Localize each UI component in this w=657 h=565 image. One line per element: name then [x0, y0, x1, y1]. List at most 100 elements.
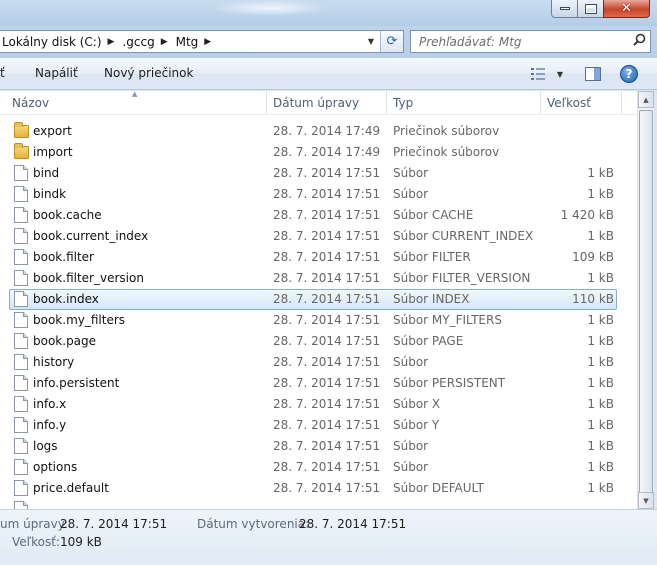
file-row[interactable]: book.filter_version 28. 7. 2014 17:51 Súbo…: [0, 268, 637, 289]
file-row[interactable]: [0, 499, 637, 509]
search-icon[interactable]: [628, 33, 650, 50]
chevron-down-icon: ▼: [643, 496, 649, 505]
file-date: 28. 7. 2014 17:51: [273, 439, 381, 453]
breadcrumb-label: Lokálny disk (C:): [2, 34, 102, 49]
command-bar: ť Napáliť Nový priečinok ▼: [0, 58, 657, 90]
maximize-icon: [584, 3, 597, 14]
column-divider[interactable]: [621, 91, 622, 115]
file-list: ▲ Názov Dátum úpravy Typ Veľkosť export 2…: [0, 91, 637, 509]
file-date: 28. 7. 2014 17:51: [273, 166, 381, 180]
file-date: 28. 7. 2014 17:51: [273, 460, 381, 474]
address-bar[interactable]: Lokálny disk (C:) ▶ .gccg ▶ Mtg ▶ ▼ ⟳: [0, 30, 404, 53]
minimize-button[interactable]: [551, 0, 578, 18]
column-divider[interactable]: [540, 91, 541, 115]
title-glow: [210, 0, 330, 16]
file-type: Súbor: [393, 187, 429, 201]
file-row[interactable]: book.my_filters 28. 7. 2014 17:51 Súbor MY…: [0, 310, 637, 331]
scrollbar-thumb[interactable]: [639, 110, 653, 500]
file-size: 1 kB: [587, 187, 614, 201]
file-size: 1 kB: [587, 460, 614, 474]
file-type: Súbor CURRENT_INDEX: [393, 229, 534, 243]
breadcrumb-label: .gccg: [122, 34, 155, 49]
created-label: Dátum vytvorenia:: [197, 517, 310, 531]
file-size: 1 kB: [587, 166, 614, 180]
column-header-name[interactable]: Názov: [12, 96, 49, 110]
scroll-down-button[interactable]: ▼: [638, 492, 654, 509]
chevron-right-icon[interactable]: ▶: [202, 37, 217, 47]
file-type: Súbor: [393, 355, 429, 369]
file-size: 109 kB: [572, 250, 614, 264]
file-row[interactable]: export 28. 7. 2014 17:49 Priečinok súborov: [0, 121, 637, 142]
file-name: info.x: [33, 397, 67, 411]
file-size: 1 kB: [587, 313, 614, 327]
file-name: book.cache: [33, 208, 102, 222]
file-name: book.page: [33, 334, 97, 348]
file-row[interactable]: info.y 28. 7. 2014 17:51 Súbor Y 1 kB: [0, 415, 637, 436]
file-row-selected[interactable]: book.index 28. 7. 2014 17:51 Súbor INDEX 11…: [0, 289, 637, 310]
file-size: 1 kB: [587, 418, 614, 432]
file-row[interactable]: info.persistent 28. 7. 2014 17:51 Súbor PE…: [0, 373, 637, 394]
file-icon: [14, 207, 28, 223]
file-type: Súbor FILTER: [393, 250, 471, 264]
file-icon: [14, 480, 28, 496]
view-dropdown-icon[interactable]: ▼: [554, 64, 566, 84]
file-row[interactable]: options 28. 7. 2014 17:51 Súbor 1 kB: [0, 457, 637, 478]
file-row[interactable]: history 28. 7. 2014 17:51 Súbor 1 kB: [0, 352, 637, 373]
file-date: 28. 7. 2014 17:51: [273, 418, 381, 432]
file-date: 28. 7. 2014 17:51: [273, 355, 381, 369]
preview-pane-icon[interactable]: [584, 64, 602, 84]
file-type: Súbor MY_FILTERS: [393, 313, 502, 327]
file-icon: [14, 459, 28, 475]
file-name: price.default: [33, 481, 109, 495]
close-button[interactable]: ✕: [603, 0, 650, 18]
file-row[interactable]: book.current_index 28. 7. 2014 17:51 Súbor…: [0, 226, 637, 247]
scroll-up-button[interactable]: ▲: [638, 91, 654, 108]
chevron-right-icon[interactable]: ▶: [106, 37, 121, 47]
burn-button[interactable]: Napáliť: [35, 66, 78, 80]
chevron-right-icon[interactable]: ▶: [159, 37, 174, 47]
breadcrumb-mtg[interactable]: Mtg ▶: [174, 31, 218, 52]
view-options-icon[interactable]: [530, 64, 548, 84]
file-type: Súbor X: [393, 397, 441, 411]
file-row[interactable]: import 28. 7. 2014 17:49 Priečinok súborov: [0, 142, 637, 163]
column-divider[interactable]: [266, 91, 267, 115]
file-icon: [14, 333, 28, 349]
maximize-button[interactable]: [577, 0, 604, 18]
column-header-date[interactable]: Dátum úpravy: [273, 96, 359, 110]
file-row[interactable]: logs 28. 7. 2014 17:51 Súbor 1 kB: [0, 436, 637, 457]
file-row[interactable]: info.x 28. 7. 2014 17:51 Súbor X 1 kB: [0, 394, 637, 415]
file-rows: export 28. 7. 2014 17:49 Priečinok súborov…: [0, 121, 637, 509]
search-input[interactable]: Prehľadávať: Mtg: [411, 35, 628, 49]
file-date: 28. 7. 2014 17:51: [273, 481, 381, 495]
minimize-icon: [559, 7, 570, 10]
file-row[interactable]: bindk 28. 7. 2014 17:51 Súbor 1 kB: [0, 184, 637, 205]
refresh-button[interactable]: ⟳: [380, 31, 403, 52]
help-icon[interactable]: ?: [620, 65, 638, 83]
breadcrumb-disk[interactable]: Lokálny disk (C:) ▶: [0, 31, 120, 52]
new-folder-button[interactable]: Nový priečinok: [104, 66, 193, 80]
column-header-size[interactable]: Veľkosť: [547, 96, 591, 110]
file-name: bindk: [33, 187, 67, 201]
file-icon: [14, 165, 28, 181]
file-row[interactable]: bind 28. 7. 2014 17:51 Súbor 1 kB: [0, 163, 637, 184]
file-row[interactable]: book.filter 28. 7. 2014 17:51 Súbor FILTER…: [0, 247, 637, 268]
toolbar-item-partial[interactable]: ť: [0, 66, 5, 80]
folder-icon: [14, 143, 29, 159]
file-row[interactable]: book.cache 28. 7. 2014 17:51 Súbor CACHE 1 …: [0, 205, 637, 226]
file-name: bind: [33, 166, 60, 180]
file-date: 28. 7. 2014 17:51: [273, 250, 381, 264]
file-name: book.filter: [33, 250, 94, 264]
file-size: 1 kB: [587, 355, 614, 369]
file-row[interactable]: price.default 28. 7. 2014 17:51 Súbor DEFA…: [0, 478, 637, 499]
column-divider[interactable]: [386, 91, 387, 115]
file-size: 1 kB: [587, 229, 614, 243]
address-history-dropdown[interactable]: ▼: [363, 31, 379, 52]
file-date: 28. 7. 2014 17:51: [273, 271, 381, 285]
breadcrumb-gccg[interactable]: .gccg ▶: [120, 31, 173, 52]
modified-label: um úpravy:: [0, 517, 68, 531]
search-box[interactable]: Prehľadávať: Mtg: [410, 30, 651, 53]
column-header-type[interactable]: Typ: [393, 96, 413, 110]
vertical-scrollbar[interactable]: ▲ ▼: [637, 91, 654, 509]
file-row[interactable]: book.page 28. 7. 2014 17:51 Súbor PAGE 1 kB: [0, 331, 637, 352]
file-name: export: [33, 124, 72, 138]
